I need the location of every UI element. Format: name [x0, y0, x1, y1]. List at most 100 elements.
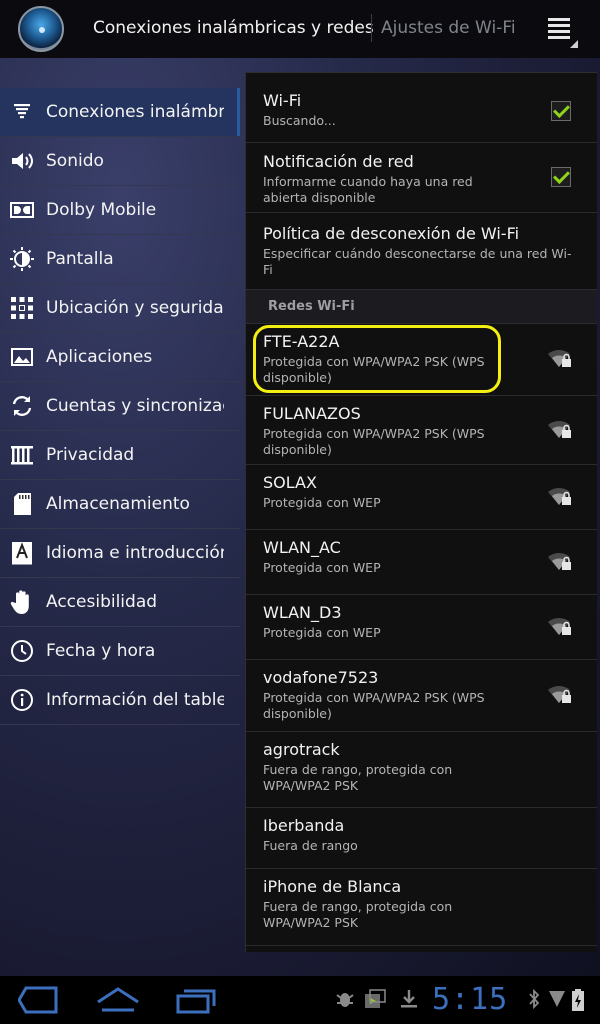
- wifi-network-row[interactable]: agrotrack Fuera de rango, protegida con W…: [246, 732, 597, 808]
- settings-sidebar: Conexiones inalámbr Sonido Dolby Mobile …: [0, 88, 240, 725]
- sidebar-item-label: Almacenamiento: [46, 494, 190, 514]
- sidebar-item-applications[interactable]: Aplicaciones: [0, 333, 240, 382]
- speaker-icon: [9, 148, 35, 174]
- sidebar-item-accessibility[interactable]: Accesibilidad: [0, 578, 240, 627]
- wifi-locked-icon: [548, 617, 571, 635]
- network-ssid: SOLAX: [263, 473, 317, 492]
- network-ssid: FULANAZOS: [263, 404, 361, 423]
- signal-icon: [549, 991, 565, 1007]
- hand-icon: [9, 589, 35, 615]
- clock-icon: [9, 638, 35, 664]
- download-icon: [401, 990, 417, 1008]
- applications-icon: [9, 344, 35, 370]
- sidebar-item-display[interactable]: Pantalla: [0, 235, 240, 284]
- overflow-menu-icon[interactable]: [548, 18, 578, 48]
- sidebar-item-sound[interactable]: Sonido: [0, 137, 240, 186]
- network-status: Fuera de rango: [263, 838, 358, 853]
- network-status: Fuera de rango, protegida con WPA/WPA2 P…: [263, 899, 453, 930]
- sidebar-item-label: Idioma e introducción: [46, 543, 224, 563]
- action-bar-subtitle: Ajustes de Wi-Fi: [381, 18, 516, 38]
- location-grid-icon: [9, 295, 35, 321]
- wifi-network-list: FTE-A22A Protegida con WPA/WPA2 PSK (WPS …: [246, 324, 597, 946]
- network-status: Protegida con WPA/WPA2 PSK (WPS disponib…: [263, 426, 485, 457]
- disconnect-policy-title: Política de desconexión de Wi-Fi: [263, 224, 520, 243]
- bluetooth-icon: [529, 989, 540, 1009]
- network-ssid: agrotrack: [263, 740, 340, 759]
- wifi-locked-icon: [548, 349, 571, 367]
- wifi-network-row[interactable]: FULANAZOS Protegida con WPA/WPA2 PSK (WPS…: [246, 396, 597, 465]
- network-ssid: iPhone de Blanca: [263, 877, 402, 896]
- sidebar-item-label: Información del tablet: [46, 690, 224, 710]
- privacy-icon: [9, 442, 35, 468]
- sd-card-icon: [9, 491, 35, 517]
- network-notification-summary: Informarme cuando haya una red abierta d…: [263, 174, 473, 205]
- network-ssid: vodafone7523: [263, 668, 379, 687]
- media-icon: [365, 989, 386, 1008]
- wifi-network-row[interactable]: Iberbanda Fuera de rango: [246, 808, 597, 869]
- sidebar-item-label: Ubicación y seguridad: [46, 298, 224, 318]
- network-notification-checkbox[interactable]: [551, 167, 571, 187]
- sidebar-item-label: Cuentas y sincronización: [46, 396, 224, 416]
- network-status: Protegida con WPA/WPA2 PSK (WPS disponib…: [263, 354, 485, 385]
- system-bar: 5:15: [0, 976, 600, 1024]
- wifi-locked-icon: [548, 552, 571, 570]
- title-divider: [371, 14, 372, 42]
- wifi-network-row[interactable]: WLAN_D3 Protegida con WEP: [246, 595, 597, 660]
- sidebar-item-date-time[interactable]: Fecha y hora: [0, 627, 240, 676]
- sidebar-item-storage[interactable]: Almacenamiento: [0, 480, 240, 529]
- info-icon: [9, 687, 35, 713]
- debug-icon: [336, 993, 354, 1007]
- network-ssid: Iberbanda: [263, 816, 345, 835]
- back-icon[interactable]: [18, 986, 58, 1014]
- battery-charging-icon: [572, 989, 584, 1011]
- wifi-locked-icon: [548, 685, 571, 703]
- network-ssid: WLAN_AC: [263, 538, 341, 557]
- wifi-network-row[interactable]: iPhone de Blanca Fuera de rango, protegid…: [246, 869, 597, 946]
- wifi-toggle-row[interactable]: Wi-Fi Buscando...: [246, 73, 597, 143]
- clock-display[interactable]: 5:15: [432, 982, 508, 1017]
- sidebar-item-label: Sonido: [46, 151, 104, 171]
- sync-icon: [9, 393, 35, 419]
- sidebar-item-tablet-info[interactable]: Información del tablet: [0, 676, 240, 725]
- sidebar-item-privacy[interactable]: Privacidad: [0, 431, 240, 480]
- network-status: Protegida con WPA/WPA2 PSK (WPS disponib…: [263, 690, 485, 721]
- wifi-toggle-summary: Buscando...: [263, 113, 336, 128]
- network-ssid: WLAN_D3: [263, 603, 342, 622]
- sidebar-item-accounts-sync[interactable]: Cuentas y sincronización: [0, 382, 240, 431]
- network-notification-title: Notificación de red: [263, 152, 414, 171]
- network-notification-row[interactable]: Notificación de red Informarme cuando ha…: [246, 143, 597, 213]
- wifi-checkbox[interactable]: [551, 101, 571, 121]
- wifi-locked-icon: [548, 420, 571, 438]
- network-status: Protegida con WEP: [263, 495, 381, 510]
- sidebar-item-label: Conexiones inalámbr: [46, 102, 224, 122]
- dolby-icon: [9, 197, 35, 223]
- sidebar-item-label: Pantalla: [46, 249, 114, 269]
- sidebar-item-language[interactable]: Idioma e introducción: [0, 529, 240, 578]
- home-icon[interactable]: [96, 986, 140, 1014]
- wireless-icon: [9, 99, 35, 125]
- disconnect-policy-summary: Especificar cuándo desconectarse de una …: [263, 246, 572, 277]
- brightness-icon: [9, 246, 35, 272]
- wifi-settings-panel: Wi-Fi Buscando... Notificación de red In…: [245, 72, 597, 952]
- language-icon: [9, 540, 35, 566]
- wifi-network-row[interactable]: vodafone7523 Protegida con WPA/WPA2 PSK (…: [246, 660, 597, 732]
- sidebar-item-label: Dolby Mobile: [46, 200, 157, 220]
- settings-app-icon[interactable]: [18, 6, 64, 52]
- sidebar-item-wireless[interactable]: Conexiones inalámbr: [0, 88, 240, 137]
- action-bar: Conexiones inalámbricas y redes Ajustes …: [0, 0, 600, 58]
- wifi-network-row[interactable]: WLAN_AC Protegida con WEP: [246, 530, 597, 595]
- network-status: Fuera de rango, protegida con WPA/WPA2 P…: [263, 762, 453, 793]
- wifi-networks-header: Redes Wi-Fi: [246, 290, 597, 324]
- wifi-network-row[interactable]: SOLAX Protegida con WEP: [246, 465, 597, 530]
- wifi-locked-icon: [548, 487, 571, 505]
- sidebar-item-location-security[interactable]: Ubicación y seguridad: [0, 284, 240, 333]
- sidebar-item-label: Aplicaciones: [46, 347, 153, 367]
- disconnect-policy-row[interactable]: Política de desconexión de Wi-Fi Especif…: [246, 213, 597, 290]
- wifi-network-row[interactable]: FTE-A22A Protegida con WPA/WPA2 PSK (WPS …: [246, 324, 597, 396]
- sidebar-item-label: Privacidad: [46, 445, 135, 465]
- sidebar-item-label: Accesibilidad: [46, 592, 158, 612]
- sidebar-item-dolby[interactable]: Dolby Mobile: [0, 186, 240, 235]
- wifi-toggle-title: Wi-Fi: [263, 91, 302, 110]
- recent-apps-icon[interactable]: [176, 986, 218, 1014]
- network-status: Protegida con WEP: [263, 560, 381, 575]
